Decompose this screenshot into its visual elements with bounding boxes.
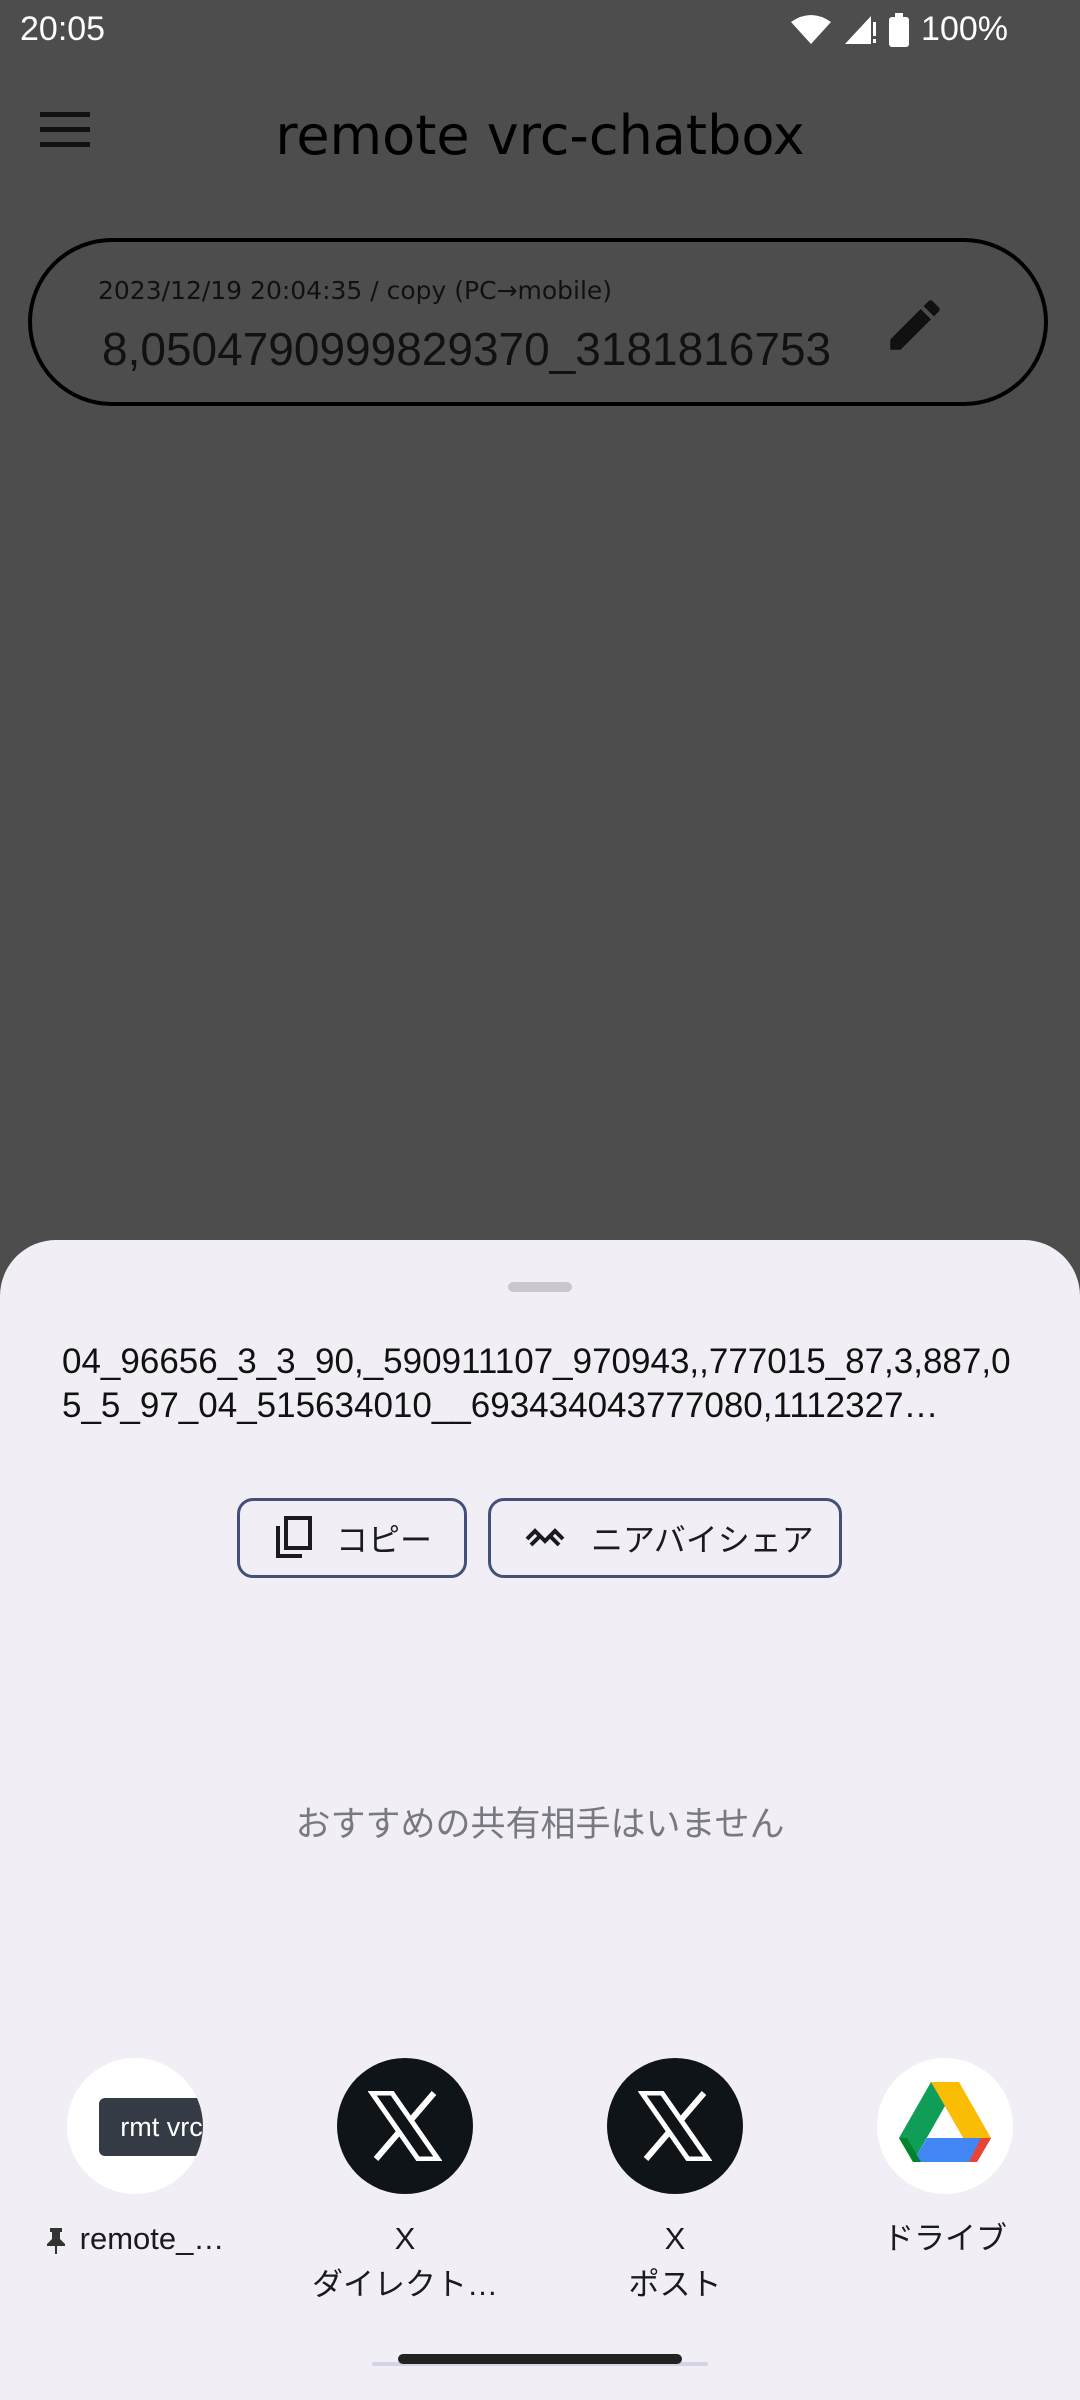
battery-icon <box>889 12 910 47</box>
share-target-label: remote_… <box>0 2216 270 2262</box>
app-thumbnail-badge: rmt vrc c <box>99 2098 203 2156</box>
google-drive-icon <box>877 2058 1013 2194</box>
share-target-x-dm[interactable]: X ダイレクト… <box>270 2058 540 2308</box>
share-sheet: 04_96656_3_3_90,_590911107_970943,,77701… <box>0 1240 1080 2400</box>
x-logo-icon <box>337 2058 473 2194</box>
nearby-share-button[interactable]: ニアバイシェア <box>488 1498 842 1578</box>
share-target-x-post[interactable]: X ポスト <box>540 2058 810 2308</box>
message-text: 8,0504790999829370_3181816753 <box>102 323 832 375</box>
share-target-label: X ダイレクト… <box>312 2221 498 2302</box>
gesture-nav-handle[interactable] <box>398 2354 682 2364</box>
message-card[interactable]: 2023/12/19 20:04:35 / copy (PC→mobile) 8… <box>28 238 1048 406</box>
nearby-share-icon <box>525 1528 565 1547</box>
no-suggestions-text: おすすめの共有相手はいません <box>295 1805 785 1845</box>
edit-button[interactable] <box>882 292 952 362</box>
copy-label: コピー <box>336 1521 433 1559</box>
status-icons: 100% <box>791 10 1008 49</box>
app-targets: rmt vrc c remote_… X ダイレクト… <box>0 2058 1080 2318</box>
status-time: 20:05 <box>20 10 106 48</box>
copy-button[interactable]: コピー <box>237 1498 467 1578</box>
copy-icon <box>276 1516 312 1558</box>
app-bar: remote vrc-chatbox <box>0 64 1080 214</box>
nearby-share-label: ニアバイシェア <box>591 1521 814 1559</box>
message-meta: 2023/12/19 20:04:35 / copy (PC→mobile) <box>98 276 613 305</box>
share-target-drive[interactable]: ドライブ <box>810 2058 1080 2262</box>
app-title: remote vrc-chatbox <box>275 104 805 167</box>
status-bar: 20:05 100% <box>0 0 1080 64</box>
app-thumbnail-icon: rmt vrc c <box>67 2058 203 2194</box>
wifi-icon <box>791 14 832 46</box>
share-preview-text: 04_96656_3_3_90,_590911107_970943,,77701… <box>62 1342 1011 1425</box>
battery-percent: 100% <box>921 10 1008 48</box>
share-target-label: X ポスト <box>628 2221 722 2302</box>
pencil-icon <box>890 300 940 350</box>
share-target-remote[interactable]: rmt vrc c remote_… <box>0 2058 270 2262</box>
cell-signal-icon <box>843 14 877 46</box>
x-logo-icon <box>607 2058 743 2194</box>
share-target-label: ドライブ <box>883 2221 1007 2256</box>
pin-icon <box>46 2227 65 2254</box>
drag-handle[interactable] <box>508 1282 572 1292</box>
